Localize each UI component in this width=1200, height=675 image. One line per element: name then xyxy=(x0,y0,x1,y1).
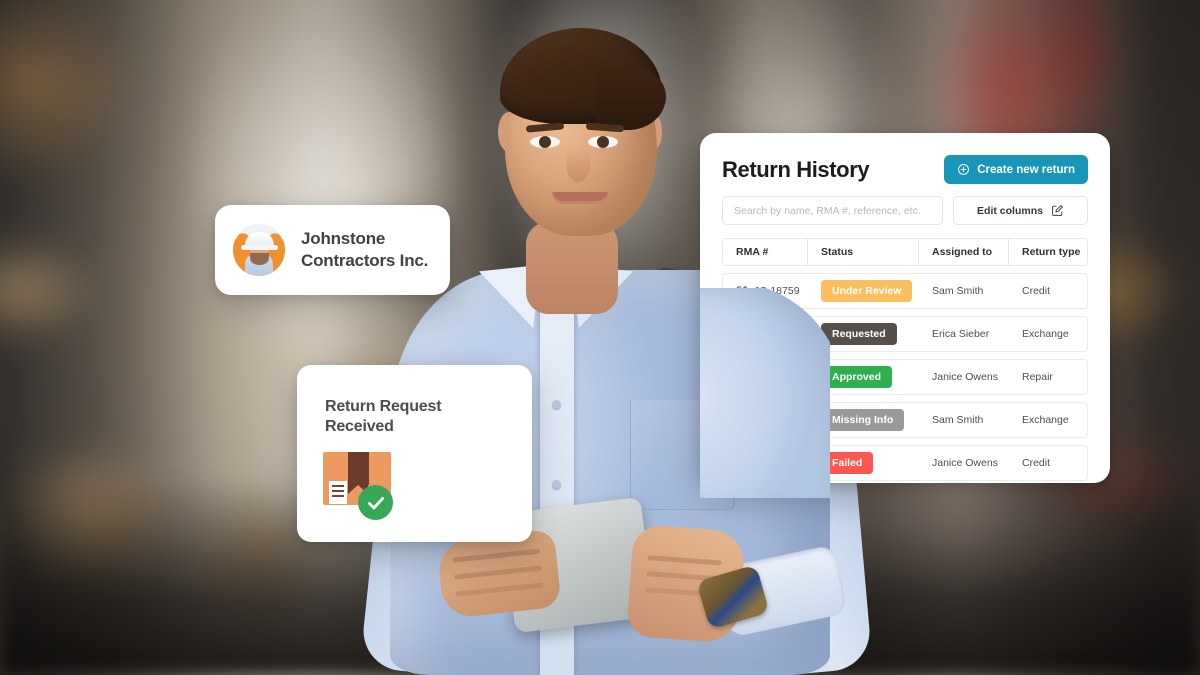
cell-assigned-to: Erica Sieber xyxy=(932,328,990,340)
mouth xyxy=(552,192,608,204)
search-input[interactable] xyxy=(722,196,943,225)
nose xyxy=(566,148,590,182)
cell-status: Approved xyxy=(808,366,919,388)
page-title: Return History xyxy=(722,156,870,182)
rma-number: JC-18759 xyxy=(754,285,800,297)
cell-assigned-to: Janice Owens xyxy=(932,371,998,383)
table-header-row: RMA # Status Assigned to Return type xyxy=(722,238,1088,266)
cell-return-type: Exchange xyxy=(1022,328,1069,340)
panel-header: Return History Create new return xyxy=(700,133,1110,184)
hair xyxy=(500,28,666,130)
column-header-rma: RMA # xyxy=(723,239,808,265)
cell-rma: AH-5468 xyxy=(723,328,808,340)
return-history-panel: Return History Create new return Edit co… xyxy=(700,133,1110,483)
cell-status: Missing Info xyxy=(808,409,919,431)
shirt-button xyxy=(552,400,561,409)
create-new-return-button[interactable]: Create new return xyxy=(944,155,1088,184)
eye-right xyxy=(588,136,618,148)
cell-assigned-to: Sam Smith xyxy=(932,285,984,297)
eye-left xyxy=(530,136,560,148)
package-check-icon xyxy=(323,452,395,520)
status-badge: Failed xyxy=(821,452,874,474)
cell-return-type: Credit xyxy=(1022,285,1051,297)
column-header-return-type: Return type xyxy=(1022,246,1081,258)
shirt-button xyxy=(552,480,561,489)
table-row[interactable]: Approved Janice Owens Repair xyxy=(722,359,1088,395)
rma-number: AH-5468 xyxy=(736,328,778,340)
avatar xyxy=(233,224,285,276)
return-request-title: Return Request Received xyxy=(325,398,442,435)
table-row[interactable]: Missing Info Sam Smith Exchange xyxy=(722,402,1088,438)
row-edit-icon[interactable] xyxy=(736,285,748,297)
company-card: Johnstone Contractors Inc. xyxy=(215,205,450,295)
plus-circle-icon xyxy=(958,164,970,175)
cell-return-type: Exchange xyxy=(1022,414,1069,426)
cell-status: Requested xyxy=(808,323,919,345)
edit-square-icon xyxy=(1052,205,1063,216)
cell-status: Failed xyxy=(808,452,919,474)
status-badge: Requested xyxy=(821,323,897,345)
edit-columns-button[interactable]: Edit columns xyxy=(953,196,1088,225)
table-row[interactable]: Failed Janice Owens Credit xyxy=(722,445,1088,481)
column-header-assigned-to: Assigned to xyxy=(919,239,1009,265)
panel-controls: Edit columns xyxy=(700,184,1110,225)
table-row[interactable]: JC-18759 Under Review Sam Smith Credit xyxy=(722,273,1088,309)
hand-left xyxy=(436,529,562,619)
company-name: Johnstone Contractors Inc. xyxy=(301,229,429,270)
cell-return-type: Repair xyxy=(1022,371,1053,383)
cell-return-type: Credit xyxy=(1022,457,1051,469)
returns-table: RMA # Status Assigned to Return type JC-… xyxy=(700,225,1110,481)
cell-status: Under Review xyxy=(808,280,919,302)
status-badge: Missing Info xyxy=(821,409,905,431)
cell-rma: JC-18759 xyxy=(723,285,808,297)
cell-assigned-to: Janice Owens xyxy=(932,457,998,469)
column-header-status: Status xyxy=(808,239,919,265)
check-circle-icon xyxy=(358,485,393,520)
status-badge: Under Review xyxy=(821,280,913,302)
table-row[interactable]: AH-5468 Requested Erica Sieber Exchange xyxy=(722,316,1088,352)
create-new-return-label: Create new return xyxy=(977,163,1075,176)
cell-assigned-to: Sam Smith xyxy=(932,414,984,426)
edit-columns-label: Edit columns xyxy=(977,204,1043,217)
status-badge: Approved xyxy=(821,366,893,388)
